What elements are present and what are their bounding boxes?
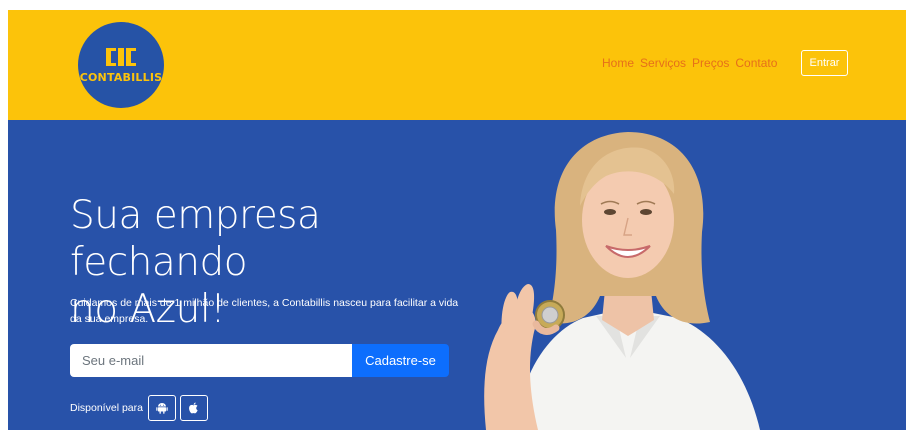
page: CONTABILLIS Home Serviços Preços Contato… xyxy=(8,10,906,430)
nav-contact[interactable]: Contato xyxy=(735,56,777,70)
header: CONTABILLIS Home Serviços Preços Contato… xyxy=(8,10,906,120)
available-label: Disponível para xyxy=(70,402,143,414)
hero-section: Sua empresa fechando no Azul! Cuidamos d… xyxy=(8,120,906,430)
email-input[interactable] xyxy=(70,344,352,377)
apple-button[interactable] xyxy=(179,395,208,421)
headline-line-1: Sua empresa fechando xyxy=(70,193,321,285)
nav-services[interactable]: Serviços xyxy=(640,56,686,70)
logo[interactable]: CONTABILLIS xyxy=(78,22,164,108)
hero-subtitle: Cuidamos de mais de 1 milhão de clientes… xyxy=(70,297,459,325)
nav-home[interactable]: Home xyxy=(602,56,634,70)
android-button[interactable] xyxy=(147,395,176,421)
logo-text: CONTABILLIS xyxy=(79,71,163,84)
login-button[interactable]: Entrar xyxy=(801,50,848,76)
available-platforms: Disponível para xyxy=(70,395,208,421)
signup-button[interactable]: Cadastre-se xyxy=(352,344,449,377)
nav-pricing[interactable]: Preços xyxy=(692,56,729,70)
android-icon xyxy=(156,403,168,414)
hero-woman-image xyxy=(484,132,760,430)
main-nav: Home Serviços Preços Contato xyxy=(602,56,777,70)
logo-mark-icon xyxy=(106,48,136,66)
signup-form: Cadastre-se xyxy=(70,344,449,377)
apple-icon xyxy=(189,402,199,414)
